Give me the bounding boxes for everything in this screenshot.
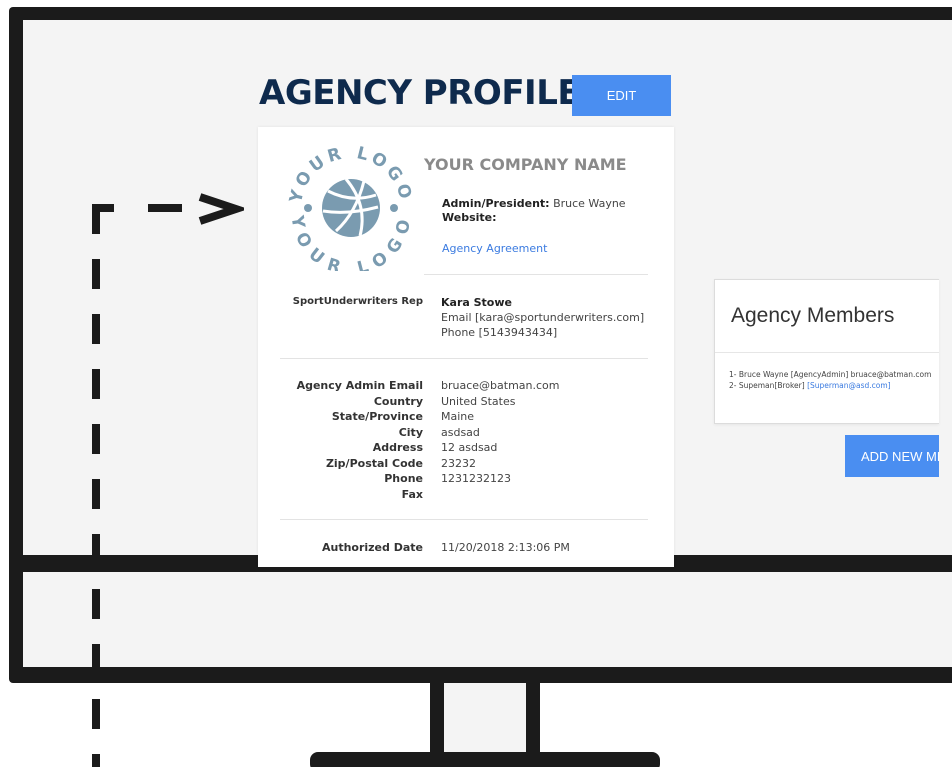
monitor-stand-foot (310, 752, 660, 767)
website-label: Website: (442, 211, 497, 224)
field-value: 12 asdsad (441, 441, 498, 454)
field-value: Maine (441, 410, 475, 423)
admin-president-line: Admin/President: Bruce Wayne (442, 197, 626, 210)
divider (424, 274, 648, 275)
field-label: State/Province (331, 410, 423, 423)
field-label: Address (372, 441, 423, 454)
agency-members-title: Agency Members (731, 304, 895, 327)
dashed-pointer-segment (148, 204, 182, 212)
field-value: bruace@batman.com (441, 379, 560, 392)
field-value: asdsad (441, 425, 480, 439)
field-label: Country (373, 394, 423, 408)
arrow-right-icon (198, 193, 244, 225)
field-value: 23232 (441, 456, 476, 470)
member-text: 2- Supeman[Broker] (729, 381, 808, 390)
agency-members-panel: Agency Members 1- Bruce Wayne [AgencyAdm… (714, 279, 939, 424)
add-new-member-button[interactable]: ADD NEW MEMBER (845, 435, 939, 477)
member-item: 2- Supeman[Broker] [Superman@asd.com] (729, 381, 891, 390)
field-label: Fax (401, 487, 423, 501)
rep-details: Kara Stowe Email [kara@sportunderwriters… (441, 295, 644, 340)
field-label: City (398, 425, 423, 439)
field-label: Phone (384, 472, 423, 485)
rep-label: SportUnderwriters Rep (292, 296, 423, 307)
page-title: AGENCY PROFILE (259, 73, 581, 113)
field-values: bruace@batman.com United States Maine as… (441, 378, 560, 487)
divider (280, 519, 648, 520)
field-labels: Agency Admin Email Country State/Provinc… (297, 378, 423, 502)
dashed-pointer-line (92, 204, 100, 767)
field-value: 1231232123 (441, 472, 511, 485)
divider (280, 358, 648, 359)
profile-card: YOUR LOGO YOUR LOGO YOUR COMPANY NAME Ad… (258, 127, 674, 567)
rep-phone: Phone [5143943434] (441, 326, 558, 339)
rep-email: Email [kara@sportunderwriters.com] (441, 311, 645, 324)
edit-button[interactable]: EDIT (572, 75, 671, 116)
field-value: United States (441, 394, 516, 408)
admin-label: Admin/President: (442, 197, 550, 210)
agency-agreement-link[interactable]: Agency Agreement (442, 242, 547, 255)
dashed-pointer-segment (92, 204, 114, 212)
member-email-link[interactable]: [Superman@asd.com] (807, 381, 891, 390)
monitor-stand-neck (430, 683, 540, 755)
monitor-bezel (23, 572, 952, 667)
member-item: 1- Bruce Wayne [AgencyAdmin] bruace@batm… (729, 370, 932, 379)
authorized-date-label: Authorized Date (321, 541, 423, 554)
divider (715, 352, 939, 353)
company-name: YOUR COMPANY NAME (424, 155, 627, 174)
authorized-date-value: 11/20/2018 2:13:06 PM (441, 541, 570, 554)
field-label: Zip/Postal Code (325, 456, 423, 470)
field-label: Agency Admin Email (296, 379, 423, 392)
admin-value: Bruce Wayne (553, 197, 626, 210)
company-logo: YOUR LOGO YOUR LOGO (288, 145, 412, 271)
rep-name: Kara Stowe (441, 296, 512, 309)
